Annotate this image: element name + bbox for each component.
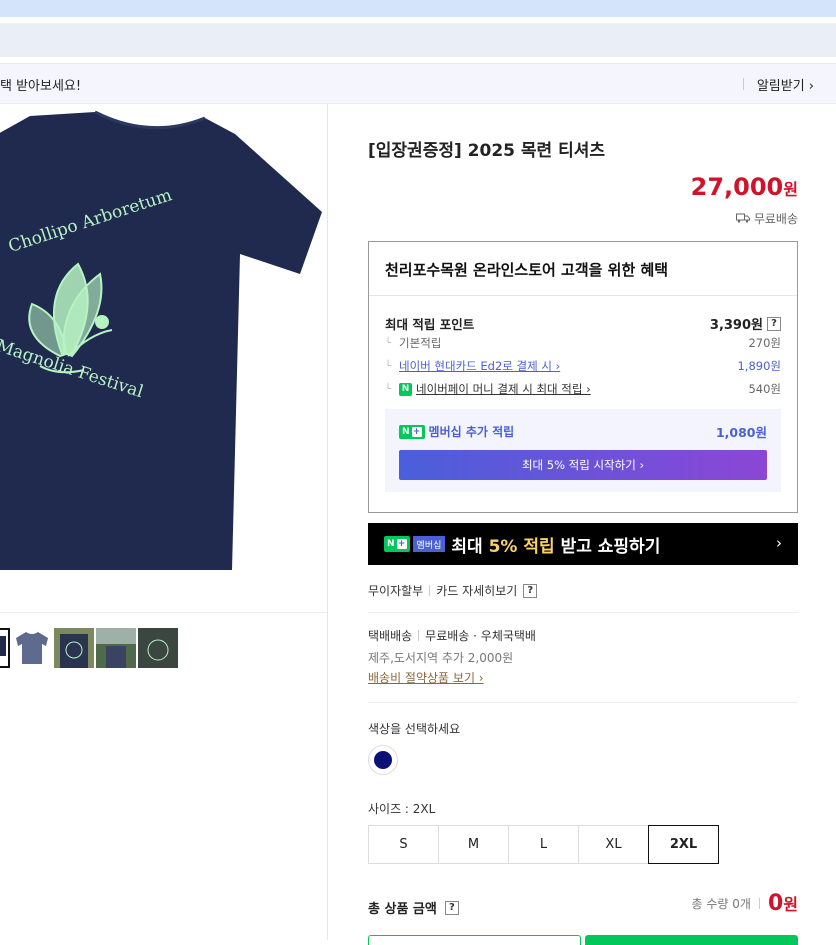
thumbnail-3[interactable] <box>54 628 94 668</box>
total-amount-value: 0 <box>767 891 784 916</box>
total-summary: 총 수량 0개 0원 <box>692 891 798 916</box>
benefit-box: 천리포수목원 온라인스토어 고객을 위한 혜택 최대 적립 포인트 3,390원… <box>368 241 798 513</box>
membership-promo-banner[interactable]: N + 멤버십 최대 5% 적립 받고 쇼핑하기 › <box>368 523 798 565</box>
npay-points-link[interactable]: 네이버페이 머니 결제 시 최대 적립 › <box>416 381 591 397</box>
alarm-subscribe-link[interactable]: 알림받기 › <box>742 75 814 94</box>
image-divider <box>0 612 327 613</box>
shipping-method: 택배배송 무료배송 · 우체국택배 <box>368 627 536 644</box>
notification-banner: 택 받아보세요! 알림받기 › <box>0 63 836 104</box>
npay-points-row: └ N 네이버페이 머니 결제 시 최대 적립 › 540원 <box>385 381 781 397</box>
banner-text-highlight: 5% 적립 <box>488 536 555 557</box>
color-swatch-dot <box>374 751 392 769</box>
max-points-label: 최대 적립 포인트 <box>385 317 475 332</box>
product-title: [입장권증정] 2025 목련 티셔츠 <box>368 141 606 161</box>
total-price-label-group: 총 상품 금액 ? <box>368 898 459 917</box>
cart-button[interactable] <box>368 935 581 945</box>
size-option-xl[interactable]: XL <box>578 825 649 864</box>
shipping-method-label: 택배배송 <box>368 629 413 643</box>
section-divider <box>368 702 798 703</box>
product-price: 27,000원 <box>691 173 798 201</box>
membership-box: N + 멤버십 추가 적립 1,080원 최대 5% 적립 시작하기 › <box>385 409 781 492</box>
store-header-bar <box>0 23 836 57</box>
free-shipping-badge: 무료배송 <box>735 210 798 227</box>
separator <box>418 630 420 641</box>
separator <box>758 898 760 909</box>
benefit-divider <box>369 295 797 296</box>
buy-now-button[interactable] <box>585 935 798 945</box>
help-icon[interactable]: ? <box>523 583 538 598</box>
size-option-m[interactable]: M <box>438 825 509 864</box>
thumbnail-5[interactable] <box>138 628 178 668</box>
thumbnail-1[interactable] <box>0 628 10 668</box>
shipping-saver: 배송비 절약상품 보기 › <box>368 669 484 686</box>
base-points-row: └ 기본적립 270원 <box>385 335 781 351</box>
total-amount-unit: 원 <box>783 895 798 914</box>
free-shipping-text: 무료배송 <box>753 212 798 226</box>
banner-text-pre: 최대 <box>451 536 489 557</box>
membership-row: N + 멤버십 추가 적립 1,080원 <box>399 422 767 441</box>
thumbnail-2[interactable] <box>12 628 52 668</box>
membership-value: 1,080원 <box>715 425 767 440</box>
card-points-link[interactable]: 네이버 현대카드 Ed2로 결제 시 › <box>399 358 560 374</box>
installment-text: 무이자할부 <box>368 584 424 598</box>
color-swatch-navy[interactable] <box>368 745 398 775</box>
indent-icon: └ <box>385 383 392 395</box>
payment-info: 무이자할부 카드 자세히보기 ? <box>368 582 538 599</box>
help-icon[interactable]: ? <box>767 316 781 331</box>
thumbnail-strip <box>0 628 178 668</box>
help-icon[interactable]: ? <box>444 900 459 915</box>
base-points-label: 기본적립 <box>399 336 442 350</box>
membership-start-button[interactable]: 최대 5% 적립 시작하기 › <box>399 450 767 480</box>
membership-label: 멤버십 추가 적립 <box>428 425 515 439</box>
max-points-value: 3,390원 <box>709 318 763 333</box>
max-points-row: 최대 적립 포인트 3,390원? <box>385 314 781 333</box>
truck-icon <box>735 212 750 226</box>
column-divider <box>327 104 328 940</box>
banner-text-post: 받고 쇼핑하기 <box>554 536 661 557</box>
size-options: S M L XL 2XL <box>368 825 719 864</box>
size-option-s[interactable]: S <box>368 825 439 864</box>
size-option-l[interactable]: L <box>508 825 579 864</box>
base-points-value: 270원 <box>748 336 781 350</box>
size-option-2xl[interactable]: 2XL <box>648 825 719 864</box>
chevron-right-icon: › <box>776 534 782 552</box>
membership-tag: 멤버십 <box>412 536 446 552</box>
size-label: 사이즈 : 2XL <box>368 802 436 816</box>
naver-plus-icon: N + <box>399 424 425 439</box>
total-price-label: 총 상품 금액 <box>368 902 437 917</box>
naverpay-icon: N <box>399 382 413 396</box>
total-amount: 0원 <box>768 891 798 916</box>
product-main-image: Chollipo Arboretum Magnolia Festival <box>0 104 327 612</box>
card-points-row: └ 네이버 현대카드 Ed2로 결제 시 › 1,890원 <box>385 358 781 374</box>
benefit-title: 천리포수목원 온라인스토어 고객을 위한 혜택 <box>385 261 669 279</box>
indent-icon: └ <box>385 360 392 372</box>
price-value: 27,000 <box>690 173 784 201</box>
notification-text: 택 받아보세요! <box>0 79 82 94</box>
shipping-saver-link[interactable]: 배송비 절약상품 보기 › <box>368 669 484 686</box>
shipping-detail: 무료배송 · 우체국택배 <box>425 629 536 643</box>
banner-text: 최대 5% 적립 받고 쇼핑하기 <box>451 532 660 557</box>
naver-plus-icon: N + <box>384 536 410 552</box>
shipping-extra: 제주,도서지역 추가 2,000원 <box>368 651 514 665</box>
browser-top-strip <box>0 0 836 17</box>
npay-points-value: 540원 <box>748 382 781 396</box>
separator <box>429 585 431 596</box>
indent-icon: └ <box>385 337 392 349</box>
color-label: 색상을 선택하세요 <box>368 722 461 736</box>
card-detail-link[interactable]: 카드 자세히보기 <box>436 582 517 599</box>
price-unit: 원 <box>783 180 798 199</box>
thumbnail-4[interactable] <box>96 628 136 668</box>
total-quantity: 총 수량 0개 <box>691 897 751 911</box>
section-divider <box>368 612 798 613</box>
card-points-value: 1,890원 <box>737 359 781 373</box>
